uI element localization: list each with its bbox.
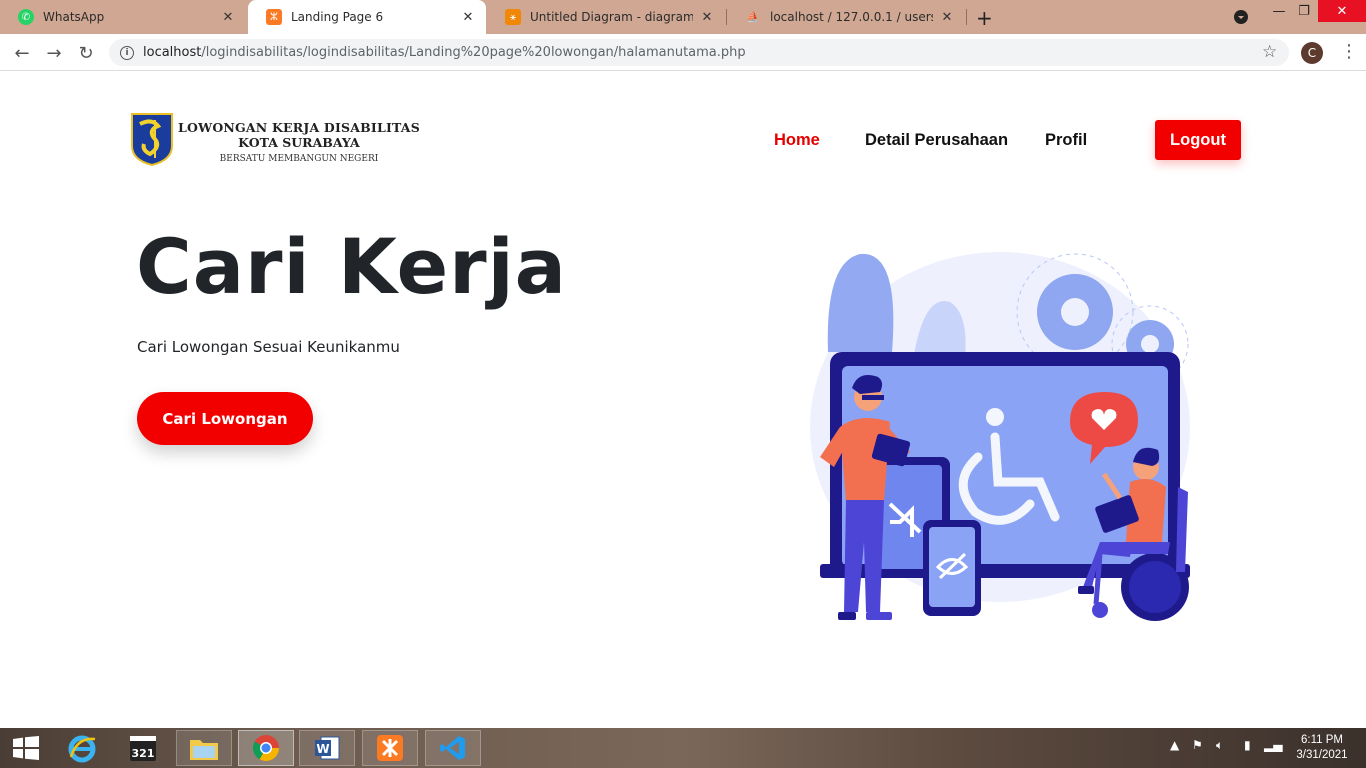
logout-button[interactable]: Logout <box>1155 120 1241 160</box>
word-icon[interactable]: W <box>299 730 355 766</box>
bookmark-star-icon[interactable]: ☆ <box>1262 42 1277 62</box>
profile-avatar[interactable]: C <box>1301 42 1323 64</box>
minimize-icon[interactable]: — <box>1265 0 1293 22</box>
address-bar: ← → ↻ i localhost/logindisabilitas/login… <box>0 34 1366 71</box>
close-tab-icon[interactable]: ✕ <box>699 10 715 25</box>
close-tab-icon[interactable]: ✕ <box>460 10 476 25</box>
more-menu-icon[interactable]: ⋮ <box>1340 41 1358 62</box>
file-explorer-icon[interactable] <box>176 730 232 766</box>
battery-icon[interactable]: ▮ <box>1244 738 1251 752</box>
whatsapp-icon: ✆ <box>18 9 34 25</box>
xampp-icon: ⵣ <box>266 9 282 25</box>
logo-line-2: KOTA SURABAYA <box>238 135 360 150</box>
network-icon[interactable]: ▂▄ <box>1264 738 1282 752</box>
start-button[interactable] <box>0 730 52 766</box>
nav-detail-perusahaan[interactable]: Detail Perusahaan <box>865 131 1008 150</box>
xampp-icon[interactable] <box>362 730 418 766</box>
windows-logo-icon <box>13 736 39 760</box>
show-hidden-icons[interactable]: ▲ <box>1170 738 1179 752</box>
vscode-icon[interactable] <box>425 730 481 766</box>
logo-text: LOWONGAN KERJA DISABILITAS KOTA SURABAYA… <box>178 120 420 164</box>
page-content: LOWONGAN KERJA DISABILITAS KOTA SURABAYA… <box>0 72 1366 728</box>
media-player-icon[interactable]: 321 <box>115 730 171 766</box>
internet-explorer-icon[interactable] <box>54 730 110 766</box>
tab-strip: ✆ WhatsApp ✕ ⵣ Landing Page 6 ✕ ⚹ Untitl… <box>0 0 1366 34</box>
forward-icon[interactable]: → <box>42 41 66 65</box>
tab-separator <box>966 9 967 25</box>
site-logo[interactable]: LOWONGAN KERJA DISABILITAS KOTA SURABAYA… <box>130 110 420 168</box>
url-host: localhost <box>143 45 202 60</box>
clock-time: 6:11 PM <box>1301 734 1343 746</box>
hero-title: Cari Kerja <box>136 222 567 311</box>
close-tab-icon[interactable]: ✕ <box>939 10 955 25</box>
accessibility-illustration <box>810 252 1190 621</box>
tab-diagrams[interactable]: ⚹ Untitled Diagram - diagrams.net ✕ <box>487 0 725 34</box>
maximize-icon[interactable]: ❐ <box>1292 0 1316 22</box>
url-input[interactable]: i localhost/logindisabilitas/logindisabi… <box>109 39 1289 66</box>
close-window-icon[interactable]: ✕ <box>1318 0 1366 22</box>
url-text: localhost/logindisabilitas/logindisabili… <box>143 45 746 60</box>
windows-taskbar: 321 W ▲ ⚑ 🔈︎ ▮ ▂▄ 6:11 PM 3/31/2021 <box>0 728 1366 768</box>
svg-text:321: 321 <box>132 747 155 760</box>
info-icon[interactable]: i <box>120 45 134 60</box>
reload-icon[interactable]: ↻ <box>74 41 98 65</box>
back-icon[interactable]: ← <box>10 41 34 65</box>
tab-landing-page[interactable]: ⵣ Landing Page 6 ✕ <box>248 0 486 34</box>
diagrams-icon: ⚹ <box>505 9 521 25</box>
chrome-icon[interactable] <box>238 730 294 766</box>
flag-icon[interactable]: ⚑ <box>1192 738 1203 752</box>
tab-title: Untitled Diagram - diagrams.net <box>530 10 693 24</box>
url-path: /logindisabilitas/logindisabilitas/Landi… <box>201 45 746 60</box>
close-tab-icon[interactable]: ✕ <box>220 10 236 25</box>
tab-phpmyadmin[interactable]: ⛵ localhost / 127.0.0.1 / users / daft ✕ <box>727 0 965 34</box>
nav-home[interactable]: Home <box>774 131 820 150</box>
logo-line-1: LOWONGAN KERJA DISABILITAS <box>178 120 420 135</box>
tab-whatsapp[interactable]: ✆ WhatsApp ✕ <box>0 0 246 34</box>
tab-title: Landing Page 6 <box>291 10 384 24</box>
tab-title: localhost / 127.0.0.1 / users / daft <box>770 10 933 24</box>
tab-search-icon[interactable] <box>1228 6 1254 28</box>
hero-subtitle: Cari Lowongan Sesuai Keunikanmu <box>137 338 400 356</box>
surabaya-emblem-icon <box>131 113 173 166</box>
volume-icon[interactable]: 🔈︎ <box>1216 738 1223 753</box>
svg-text:W: W <box>316 742 329 756</box>
phpmyadmin-icon: ⛵ <box>746 11 760 23</box>
nav-profil[interactable]: Profil <box>1045 131 1087 150</box>
find-jobs-button[interactable]: Cari Lowongan <box>137 392 313 445</box>
tab-title: WhatsApp <box>43 10 105 24</box>
logo-line-3: BERSATU MEMBANGUN NEGERI <box>219 154 379 164</box>
new-tab-button[interactable]: + <box>976 6 993 30</box>
system-clock[interactable]: 6:11 PM 3/31/2021 <box>1290 733 1354 763</box>
clock-date: 3/31/2021 <box>1296 749 1348 761</box>
